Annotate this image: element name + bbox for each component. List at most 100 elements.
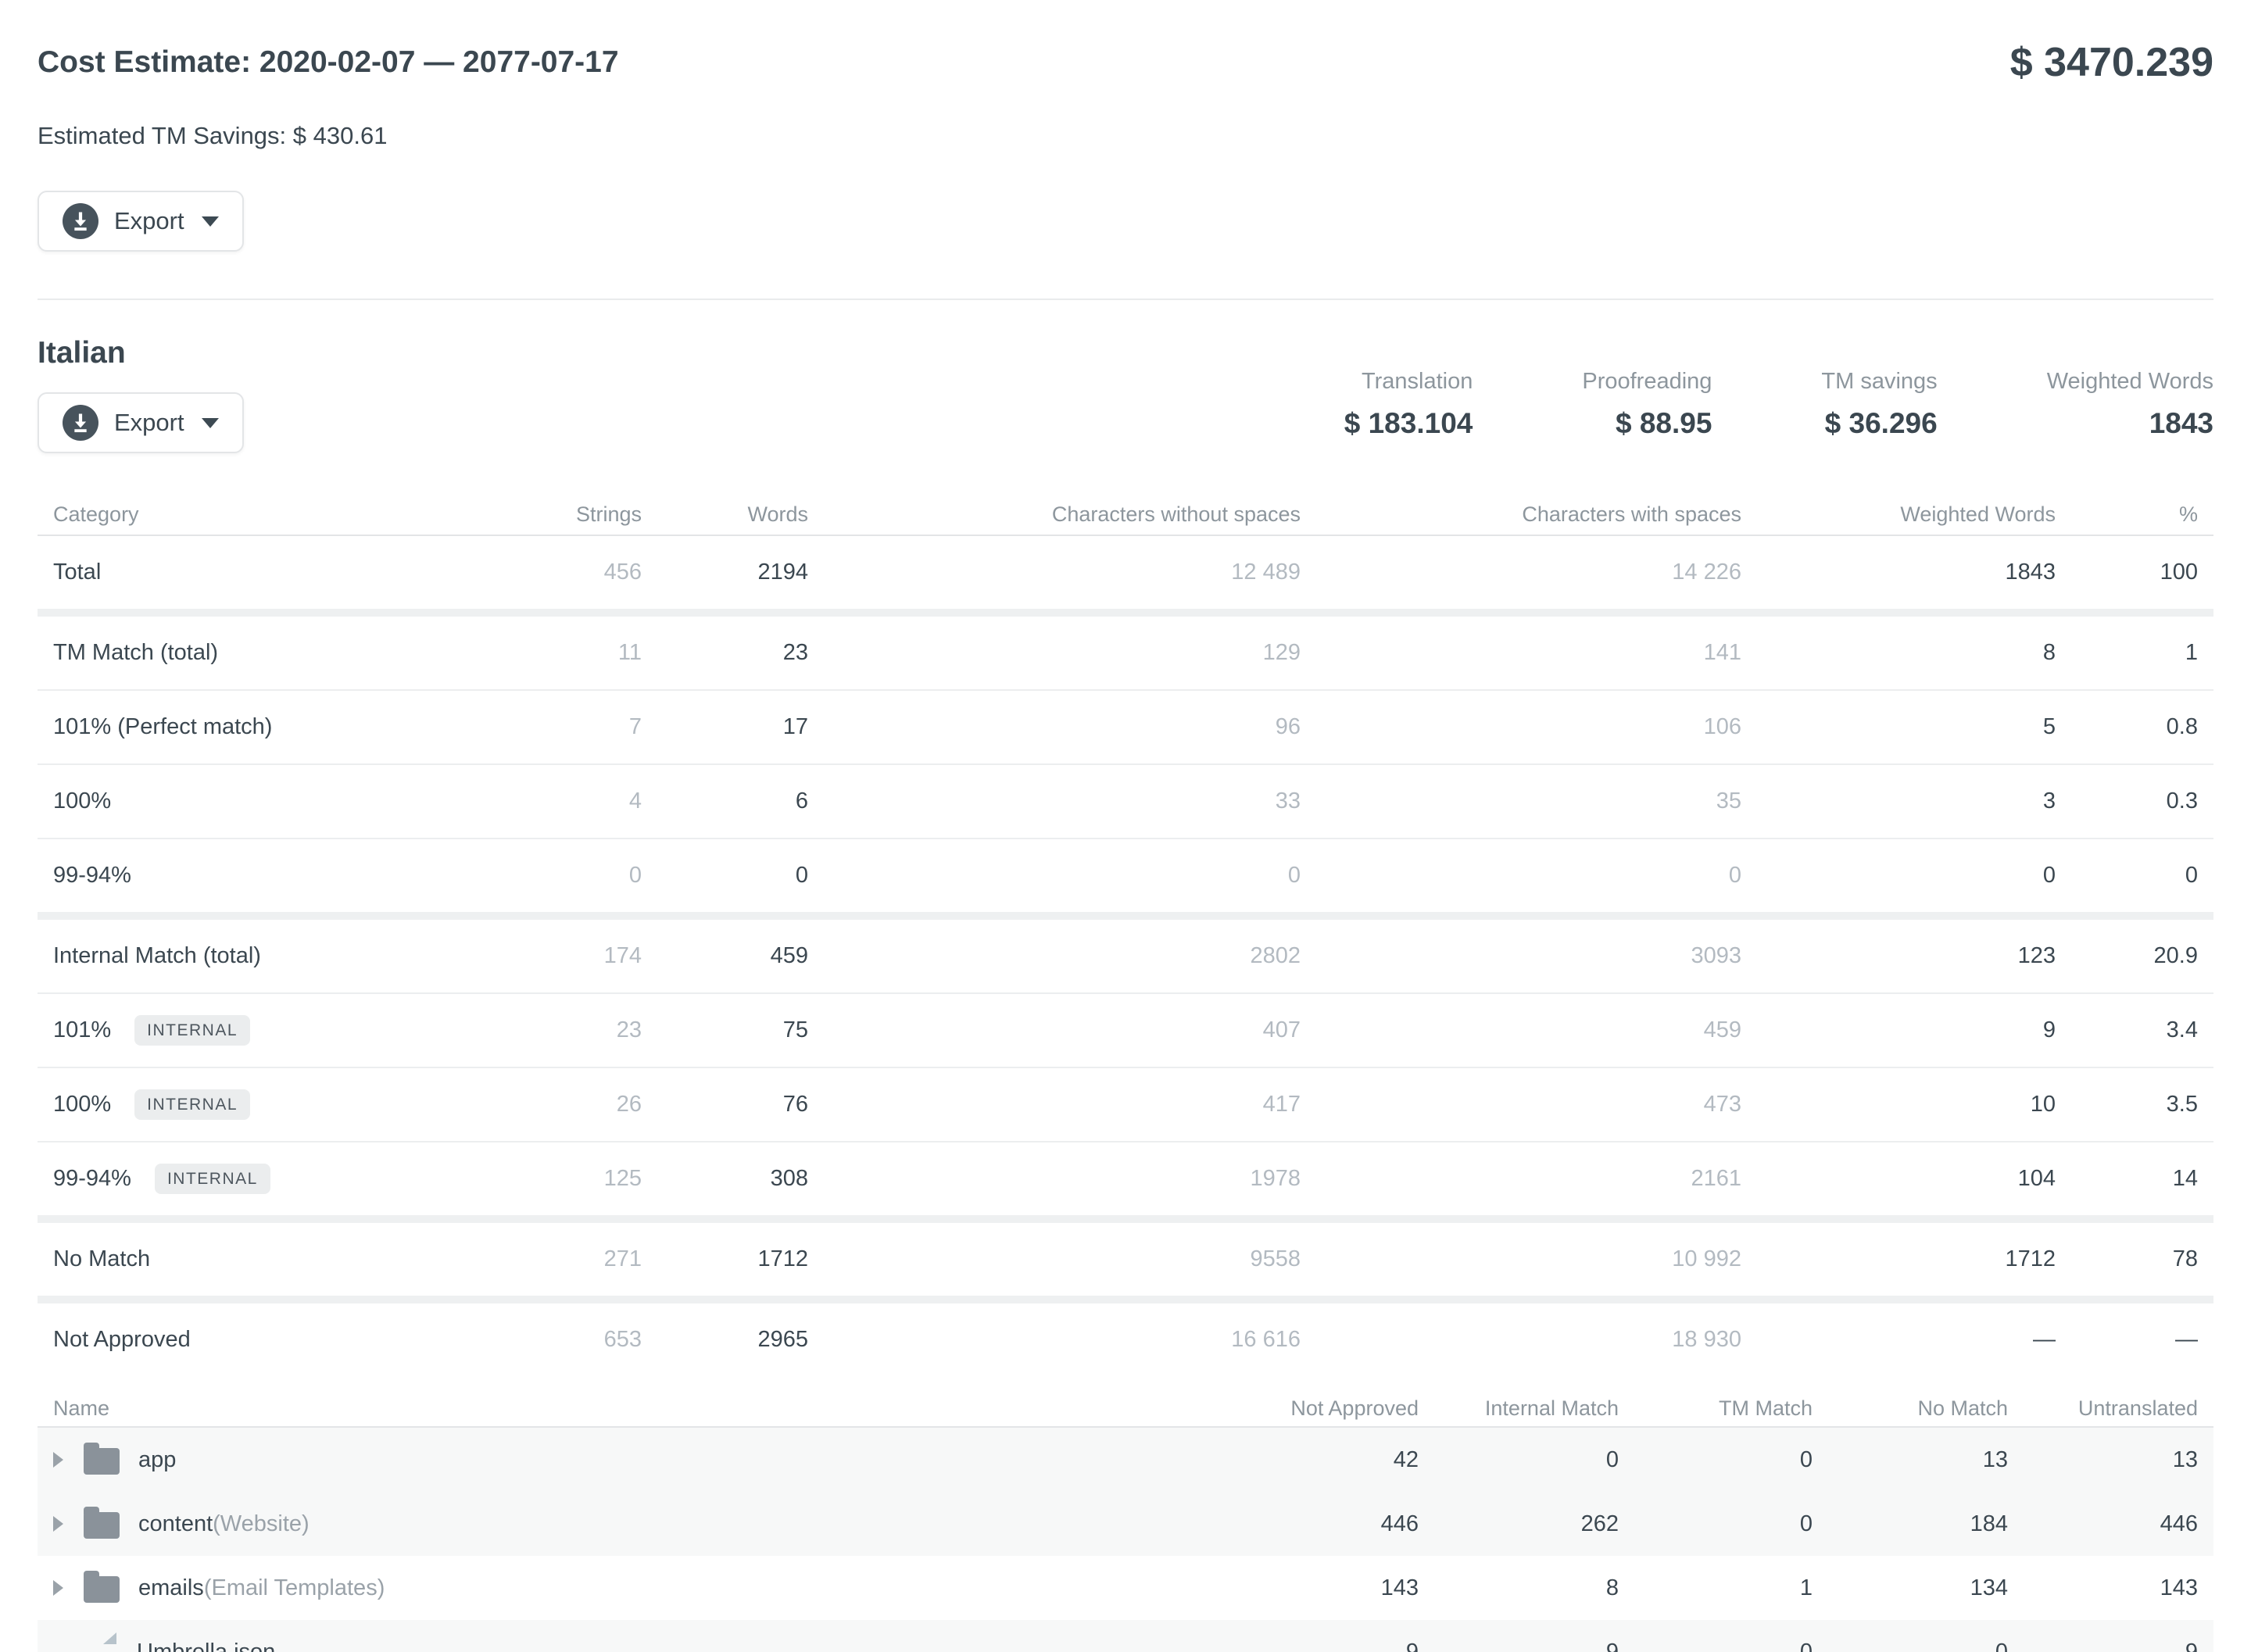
- export-button-label: Export: [114, 409, 184, 437]
- cell-not-approved: 42: [1170, 1447, 1419, 1473]
- table-row: 99-94%INTERNAL1253081978216110414: [38, 1141, 2213, 1215]
- cost-table: CategoryStringsWordsCharacters without s…: [38, 494, 2213, 1376]
- cell-weighted-words: 3: [1741, 788, 2056, 814]
- cell-characters-without-spaces: 33: [808, 788, 1301, 814]
- category-label: 99-94%: [53, 1166, 131, 1192]
- file-fold-corner: [103, 1632, 116, 1644]
- cell-characters-without-spaces: 16 616: [808, 1327, 1301, 1353]
- cell-weighted-words: 0: [1741, 863, 2056, 889]
- cell-tm-match: 0: [1619, 1639, 1813, 1652]
- cell-characters-with-spaces: 106: [1301, 714, 1741, 740]
- group-separator: [38, 912, 2213, 920]
- stat-label: TM savings: [1821, 369, 1937, 395]
- chevron-right-icon[interactable]: [53, 1452, 63, 1468]
- download-icon: [63, 203, 98, 239]
- category-cell: Not Approved: [53, 1327, 517, 1353]
- files-table-header: NameNot ApprovedInternal MatchTM MatchNo…: [38, 1390, 2213, 1428]
- chevron-right-icon[interactable]: [53, 1580, 63, 1596]
- col-weighted-words: Weighted Words: [1741, 502, 2056, 527]
- cell-characters-with-spaces: 35: [1301, 788, 1741, 814]
- stat-translation: Translation$ 183.104: [1344, 369, 1473, 440]
- col-no-match: No Match: [1813, 1396, 2008, 1421]
- cell-characters-with-spaces: 473: [1301, 1092, 1741, 1117]
- stat-tm-savings: TM savings$ 36.296: [1821, 369, 1937, 440]
- file-name-cell: JSONUmbrella.json: [53, 1632, 1170, 1652]
- category-cell: 100%INTERNAL: [53, 1089, 517, 1120]
- cell-words: 1712: [642, 1246, 808, 1272]
- category-label: Not Approved: [53, 1327, 191, 1353]
- cell-no-match: 13: [1813, 1447, 2008, 1473]
- cell-tm-match: 0: [1619, 1511, 1813, 1537]
- cell-characters-with-spaces: 18 930: [1301, 1327, 1741, 1353]
- cost-table-body: Total456219412 48914 2261843100TM Match …: [38, 536, 2213, 1376]
- cell-internal-match: 262: [1419, 1511, 1619, 1537]
- cell-: 0.8: [2056, 714, 2198, 740]
- cell-characters-without-spaces: 12 489: [808, 560, 1301, 585]
- category-cell: 101%INTERNAL: [53, 1015, 517, 1046]
- cell-characters-with-spaces: 459: [1301, 1017, 1741, 1043]
- cost-summary-stats: Translation$ 183.104 Proofreading$ 88.95 T…: [1344, 369, 2213, 453]
- file-row-app[interactable]: app42001313: [38, 1428, 2213, 1492]
- language-export-button[interactable]: Export: [38, 392, 244, 453]
- chevron-right-icon[interactable]: [53, 1516, 63, 1532]
- export-button-label: Export: [114, 207, 184, 235]
- stat-proofreading: Proofreading$ 88.95: [1582, 369, 1712, 440]
- table-row: 100%INTERNAL2676417473103.5: [38, 1067, 2213, 1141]
- files-table-body: app42001313content(Website)4462620184446…: [38, 1428, 2213, 1652]
- cell-weighted-words: 104: [1741, 1166, 2056, 1192]
- cell-words: 2194: [642, 560, 808, 585]
- category-label: Total: [53, 560, 101, 585]
- cell-no-match: 184: [1813, 1511, 2008, 1537]
- col-strings: Strings: [517, 502, 642, 527]
- cell-: 0: [2056, 863, 2198, 889]
- cell-characters-without-spaces: 407: [808, 1017, 1301, 1043]
- cell-strings: 0: [517, 863, 642, 889]
- cell-not-approved: 446: [1170, 1511, 1419, 1537]
- file-row-content[interactable]: content(Website)4462620184446: [38, 1492, 2213, 1556]
- cell-characters-without-spaces: 2802: [808, 943, 1301, 969]
- category-cell: 99-94%: [53, 863, 517, 889]
- cell-words: 75: [642, 1017, 808, 1043]
- cell-strings: 23: [517, 1017, 642, 1043]
- cell-: 1: [2056, 640, 2198, 666]
- cell-words: 0: [642, 863, 808, 889]
- cell-weighted-words: 123: [1741, 943, 2056, 969]
- cell-tm-match: 1: [1619, 1575, 1813, 1601]
- cell-untranslated: 13: [2008, 1447, 2198, 1473]
- cell-strings: 4: [517, 788, 642, 814]
- export-button[interactable]: Export: [38, 191, 244, 252]
- category-label: 100%: [53, 1092, 111, 1117]
- category-label: 101% (Perfect match): [53, 714, 272, 740]
- table-row: 100%46333530.3: [38, 763, 2213, 838]
- cell-words: 23: [642, 640, 808, 666]
- cell-weighted-words: 1843: [1741, 560, 2056, 585]
- cell-weighted-words: 10: [1741, 1092, 2056, 1117]
- category-label: 100%: [53, 788, 111, 814]
- tm-savings-subtitle: Estimated TM Savings: $ 430.61: [38, 122, 2213, 150]
- cell-not-approved: 143: [1170, 1575, 1419, 1601]
- cell-: 3.4: [2056, 1017, 2198, 1043]
- file-name-suffix: (Website): [213, 1511, 310, 1537]
- file-name-label: emails: [138, 1575, 204, 1601]
- stat-value: 1843: [2047, 407, 2213, 440]
- cell-weighted-words: 1712: [1741, 1246, 2056, 1272]
- col-tm-match: TM Match: [1619, 1396, 1813, 1421]
- file-name-cell: app: [53, 1445, 1170, 1475]
- category-cell: 100%: [53, 788, 517, 814]
- cell-strings: 26: [517, 1092, 642, 1117]
- table-row: Not Approved653296516 61618 930——: [38, 1303, 2213, 1376]
- file-name-label: Umbrella.json: [137, 1639, 275, 1652]
- total-cost-amount: $ 3470.239: [2010, 42, 2213, 83]
- col-: %: [2056, 502, 2198, 527]
- file-row-emails[interactable]: emails(Email Templates)14381134143: [38, 1556, 2213, 1620]
- language-heading: Italian: [38, 336, 244, 370]
- folder-icon: [84, 1576, 120, 1603]
- language-section-header: Italian Export Translation$ 183.104 Proof…: [38, 336, 2213, 453]
- cell-weighted-words: 8: [1741, 640, 2056, 666]
- cell-tm-match: 0: [1619, 1447, 1813, 1473]
- download-icon: [63, 405, 98, 441]
- file-row-umbrella-json[interactable]: JSONUmbrella.json99009: [38, 1620, 2213, 1652]
- cell-strings: 271: [517, 1246, 642, 1272]
- category-cell: Total: [53, 560, 517, 585]
- chevron-down-icon: [202, 216, 219, 227]
